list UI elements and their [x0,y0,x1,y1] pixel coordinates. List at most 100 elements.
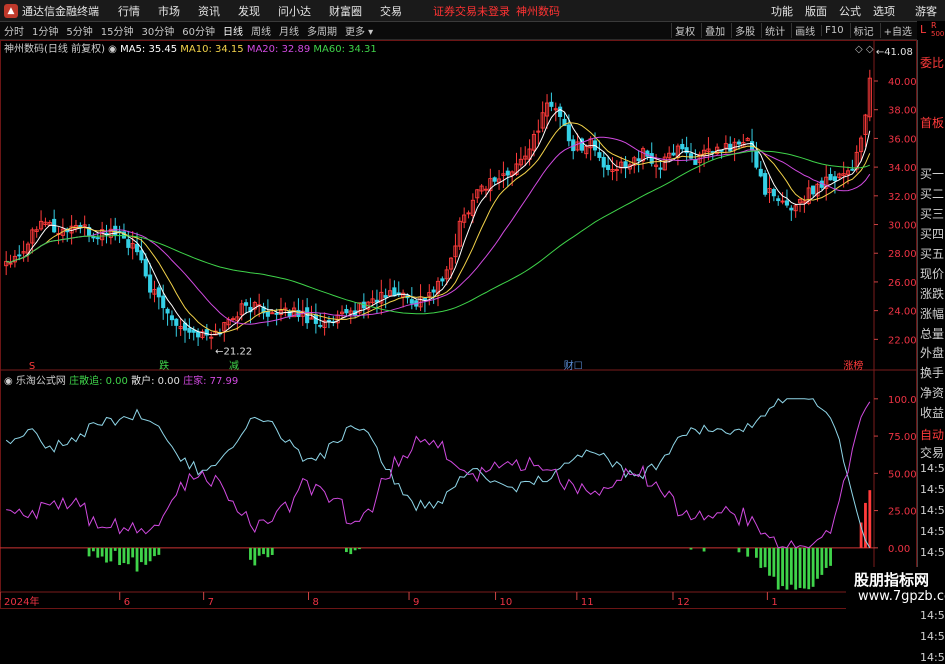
period-tab-2[interactable]: 5分钟 [62,23,96,38]
indicator-bar-down [807,547,811,590]
indicator-bar-down [87,547,91,557]
indicator-bar-down [157,547,161,555]
toolbar-button-5[interactable]: F10 [821,25,846,36]
period-tab-9[interactable]: 多周期 [303,23,341,38]
event-marker-1[interactable]: 跌 [159,359,169,372]
level2-indicator[interactable]: L R 500 [917,21,945,40]
menu-item-2[interactable]: 资讯 [189,3,229,19]
toolbar-button-3[interactable]: 统计 [761,23,788,38]
price-label-2: 26.00 [888,278,917,289]
panel-item-8[interactable]: 总量 [920,325,944,342]
panel-auto-item-0[interactable]: 自动 [920,426,944,443]
menu-item-6[interactable]: 交易 [371,3,411,19]
toolbar-button-4[interactable]: 画线 [791,23,818,38]
indicator-bar-down [816,547,819,579]
price-label-3: 28.00 [888,249,917,260]
period-tab-10[interactable]: 更多 ▾ [341,23,377,38]
panel-item-9[interactable]: 外盘 [920,344,944,361]
event-marker-0[interactable]: S [29,361,35,372]
menu-item-5[interactable]: 财富圈 [320,3,371,19]
time-label-7: 12 [677,597,690,608]
price-label-7: 36.00 [888,134,917,145]
period-tab-5[interactable]: 60分钟 [178,23,219,38]
panel-red-item-1[interactable]: 首板 [920,114,944,131]
indicator-bar-down [353,547,357,551]
indicator-bar-down [794,547,798,590]
panel-time-8: 14:56 [920,630,945,643]
candle-body [344,308,349,314]
period-tab-6[interactable]: 日线 [219,23,247,38]
panel-item-12[interactable]: 收益 [920,404,944,421]
watermark-url: www.7gpzb.com [858,589,945,604]
event-marker-4[interactable]: 涨榜 [843,359,863,372]
indicator-bar-down [798,547,802,588]
toolbar-button-7[interactable]: +自选 [879,23,915,38]
candle-body [274,312,279,315]
candle-body [623,161,628,169]
indicator-bar-down [802,547,806,589]
candle-body [161,295,166,309]
event-marker-2[interactable]: 减 [229,360,239,372]
top-menu-item-2[interactable]: 公式 [833,3,867,19]
indicator-bar-down [253,547,257,566]
period-tab-1[interactable]: 1分钟 [28,23,62,38]
menu-item-4[interactable]: 问小达 [269,3,320,19]
period-tab-7[interactable]: 周线 [247,23,275,38]
panel-item-4[interactable]: 买五 [920,245,944,262]
menu-item-0[interactable]: 行情 [109,3,149,19]
chart-settings-icon[interactable]: ◇ ◇ [855,44,874,55]
candle-body [684,147,689,154]
top-menu-item-1[interactable]: 版面 [799,3,833,19]
candle-body [91,236,96,239]
indicator-bar-down [139,547,143,563]
candle-body [658,167,663,170]
toolbar-button-2[interactable]: 多股 [731,23,758,38]
menu-item-3[interactable]: 发现 [229,3,269,19]
event-marker-3[interactable]: 财☐ [564,359,583,372]
kline-chart[interactable]: 神州数码(日线 前复权) ◉ MA5: 35.45 MA10: 34.15 MA… [0,40,917,609]
indicator-bar-down [105,547,108,563]
candle-body [326,319,332,322]
panel-item-2[interactable]: 买三 [920,205,944,222]
panel-item-6[interactable]: 涨跌 [920,285,944,302]
indicator-bar-down [358,547,361,550]
sub-label-0: 0.00 [888,544,910,555]
menu-item-1[interactable]: 市场 [149,3,189,19]
candle-body [196,331,201,338]
indicator-bar-down [109,547,113,562]
indicator-bar-down [126,547,130,565]
panel-item-7[interactable]: 涨幅 [920,305,944,322]
period-tab-0[interactable]: 分时 [0,23,28,38]
login-warning[interactable]: 证券交易未登录 [433,3,510,19]
panel-item-3[interactable]: 买四 [920,225,944,242]
indicator-bar-down [249,547,252,560]
panel-trade-item-0[interactable]: 交易 [920,444,944,461]
top-menu-item-3[interactable]: 选项 [867,3,901,19]
period-tab-3[interactable]: 15分钟 [97,23,138,38]
candle-body [789,207,794,211]
stock-legend-label: 神州数码(日线 前复权) ◉ [4,42,120,55]
toolbar-button-6[interactable]: 标记 [849,23,877,38]
indicator-name: ◉ 乐淘公式网 [4,374,69,387]
candle-body [736,141,742,145]
indicator-bar-down [135,547,139,572]
indicator-bar-down [737,547,741,553]
panel-item-10[interactable]: 换手 [920,364,944,381]
toolbar-button-1[interactable]: 叠加 [701,23,728,38]
period-tab-8[interactable]: 月线 [275,23,303,38]
time-label-3: 8 [313,597,319,608]
price-label-1: 24.00 [888,307,917,318]
panel-item-11[interactable]: 净资 [920,384,944,401]
toolbar-button-0[interactable]: 复权 [671,23,698,38]
panel-red-item-0[interactable]: 委比 [920,54,944,71]
guest-user[interactable]: 游客 [915,3,937,19]
indicator-bar-down [96,547,100,558]
panel-item-1[interactable]: 买二 [920,185,944,202]
ma-legend-0: MA5: 35.45 [120,44,180,55]
top-menu-item-0[interactable]: 功能 [765,3,799,19]
indicator-bar-down [755,547,758,558]
panel-item-0[interactable]: 买一 [920,165,944,182]
panel-item-5[interactable]: 现价 [920,265,944,282]
period-tab-4[interactable]: 30分钟 [137,23,178,38]
candle-body [165,308,170,314]
